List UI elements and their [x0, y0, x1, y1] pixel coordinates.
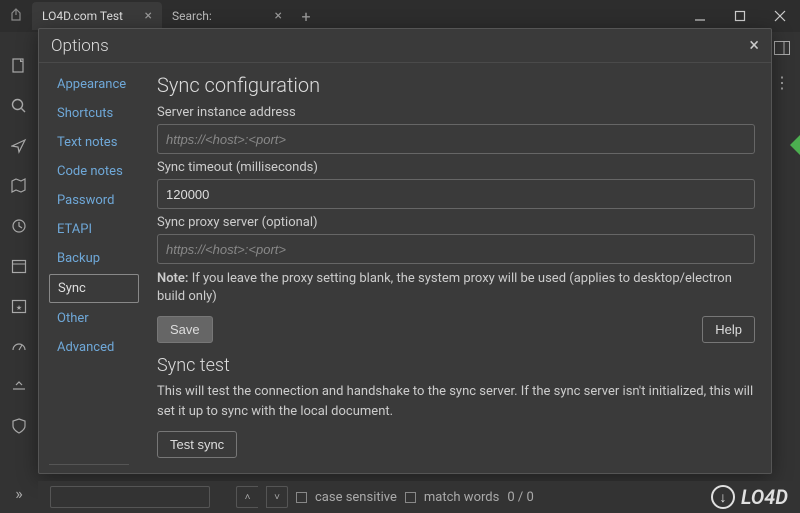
nav-code-notes[interactable]: Code notes [49, 158, 139, 185]
date-icon[interactable]: ★ [9, 296, 29, 316]
nav-sync[interactable]: Sync [49, 274, 139, 303]
split-panel-icon[interactable] [772, 40, 792, 56]
dialog-title: Options [51, 36, 109, 56]
options-nav: Appearance Shortcuts Text notes Code not… [39, 63, 149, 473]
nav-divider [49, 464, 129, 465]
find-bar: ˄ ˅ case sensitive match words 0 / 0 [38, 481, 800, 513]
history-icon[interactable] [9, 216, 29, 236]
watermark: ↓ LO4D [711, 485, 788, 509]
find-prev-button[interactable]: ˄ [236, 486, 258, 508]
sync-timeout-label: Sync timeout (milliseconds) [157, 160, 755, 175]
nav-etapi[interactable]: ETAPI [49, 216, 139, 243]
proxy-note: Note: If you leave the proxy setting bla… [157, 270, 755, 306]
nav-appearance[interactable]: Appearance [49, 71, 139, 98]
app-logo-icon [8, 8, 24, 24]
close-icon[interactable]: × [275, 8, 282, 24]
new-note-icon[interactable] [9, 56, 29, 76]
find-counter: 0 / 0 [507, 490, 533, 505]
download-icon: ↓ [711, 485, 735, 509]
watermark-text: LO4D [741, 485, 788, 509]
play-icon[interactable] [790, 135, 800, 155]
expand-sidebar-icon[interactable]: » [9, 483, 29, 503]
test-sync-button[interactable]: Test sync [157, 431, 237, 458]
nav-text-notes[interactable]: Text notes [49, 129, 139, 156]
right-pane-icons: ⋮ [772, 40, 792, 90]
match-words-checkbox[interactable] [405, 492, 416, 503]
tab-add-button[interactable]: + [292, 2, 320, 30]
sync-proxy-input[interactable] [157, 234, 755, 264]
section-title: Sync configuration [157, 73, 755, 97]
sync-timeout-input[interactable] [157, 179, 755, 209]
nav-advanced[interactable]: Advanced [49, 334, 139, 361]
tab-label: LO4D.com Test [42, 9, 123, 23]
save-button[interactable]: Save [157, 316, 213, 343]
find-input[interactable] [50, 486, 210, 508]
sync-proxy-label: Sync proxy server (optional) [157, 215, 755, 230]
server-address-input[interactable] [157, 124, 755, 154]
tab-label: Search: [172, 9, 212, 23]
section-title-test: Sync test [157, 355, 755, 376]
shield-icon[interactable] [9, 416, 29, 436]
tab-search[interactable]: Search: × [162, 2, 292, 30]
svg-text:★: ★ [16, 304, 22, 312]
options-dialog: Options × Appearance Shortcuts Text note… [38, 28, 772, 474]
dialog-header: Options × [39, 29, 771, 63]
map-icon[interactable] [9, 176, 29, 196]
nav-backup[interactable]: Backup [49, 245, 139, 272]
find-next-button[interactable]: ˅ [266, 486, 288, 508]
gauge-icon[interactable] [9, 336, 29, 356]
sync-test-description: This will test the connection and handsh… [157, 382, 755, 421]
case-sensitive-checkbox[interactable] [296, 492, 307, 503]
nav-shortcuts[interactable]: Shortcuts [49, 100, 139, 127]
send-icon[interactable] [9, 136, 29, 156]
left-sidebar: ★ » [0, 32, 38, 513]
nav-other[interactable]: Other [49, 305, 139, 332]
tab-main[interactable]: LO4D.com Test × [32, 2, 162, 30]
server-address-label: Server instance address [157, 105, 755, 120]
case-sensitive-label: case sensitive [315, 490, 397, 505]
match-words-label: match words [424, 490, 499, 505]
calendar-icon[interactable] [9, 256, 29, 276]
search-icon[interactable] [9, 96, 29, 116]
dialog-close-button[interactable]: × [749, 35, 759, 56]
options-content: Sync configuration Server instance addre… [149, 63, 771, 473]
more-icon[interactable]: ⋮ [772, 74, 792, 90]
minimize-pane-icon[interactable] [9, 376, 29, 396]
help-button[interactable]: Help [702, 316, 755, 343]
nav-password[interactable]: Password [49, 187, 139, 214]
close-icon[interactable]: × [145, 8, 152, 24]
